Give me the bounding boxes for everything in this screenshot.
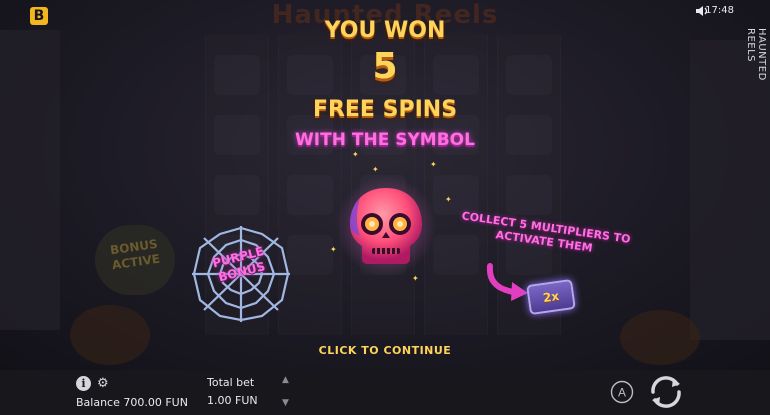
gear-icon[interactable]: ⚙ xyxy=(97,376,109,391)
win-heading: YOU WON xyxy=(324,18,446,43)
autoplay-label: A xyxy=(618,386,626,400)
click-to-continue[interactable]: CLICK TO CONTINUE xyxy=(0,344,770,357)
spin-button[interactable] xyxy=(647,373,685,411)
balance-display: Balance 700.00 FUN xyxy=(76,396,188,409)
sparkle-icon: ✦ xyxy=(445,195,452,204)
bet-decrease-icon[interactable]: ▼ xyxy=(282,398,289,408)
pink-skull-icon xyxy=(336,176,436,276)
with-symbol-label: WITH THE SYMBOL xyxy=(295,130,475,150)
clock-time: 17:48 xyxy=(705,5,734,16)
total-bet-value: 1.00 FUN xyxy=(207,394,258,407)
sparkle-icon: ✦ xyxy=(352,150,359,159)
sparkle-icon: ✦ xyxy=(372,165,379,174)
free-spins-count: 5 xyxy=(372,46,398,87)
sparkle-icon: ✦ xyxy=(430,160,437,169)
curved-arrow-icon xyxy=(486,263,528,301)
multiplier-label: 2x xyxy=(542,288,560,306)
free-spins-label: FREE SPINS xyxy=(312,97,458,122)
multiplier-tile: 2x xyxy=(526,278,576,316)
bet-increase-icon[interactable]: ▲ xyxy=(282,375,289,385)
info-icon[interactable]: i xyxy=(76,376,91,391)
autoplay-button[interactable]: A xyxy=(610,380,634,404)
total-bet-label: Total bet xyxy=(207,376,255,389)
